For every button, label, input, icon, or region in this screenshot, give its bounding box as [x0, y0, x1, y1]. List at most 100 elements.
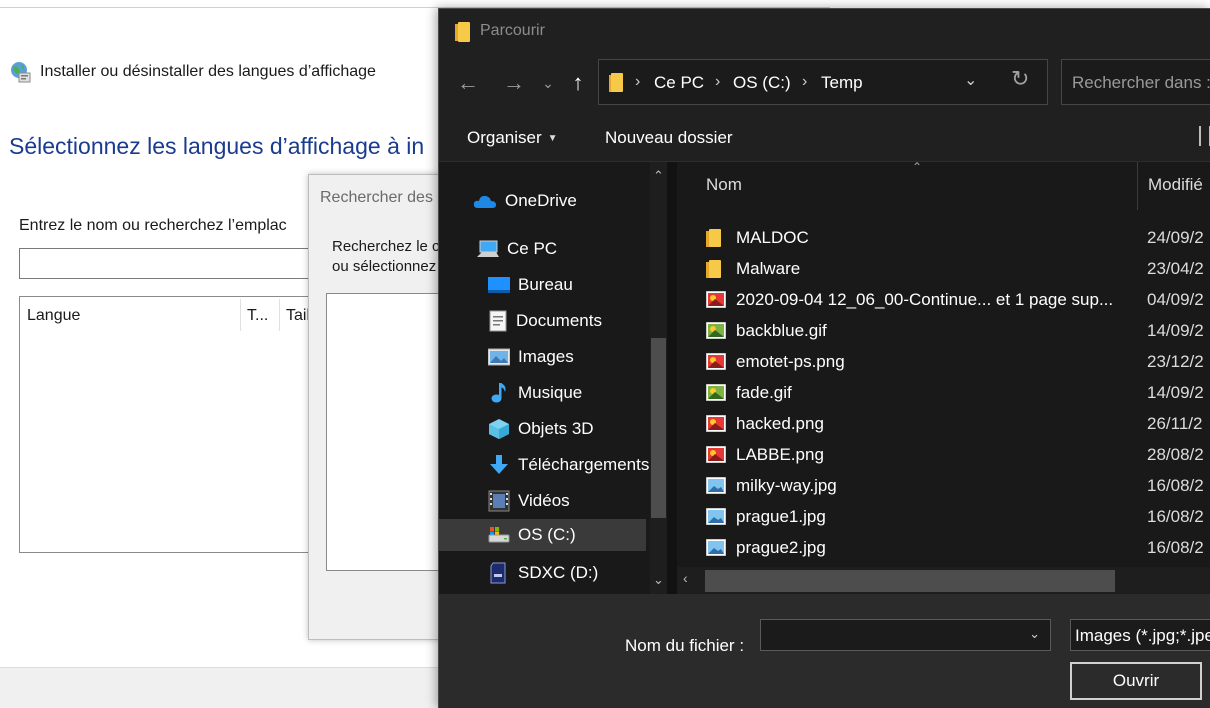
nav-item-3d-objects[interactable]: Objets 3D: [488, 413, 594, 445]
chevron-down-icon[interactable]: ⌄: [1029, 626, 1040, 642]
3d-objects-icon: [489, 419, 509, 439]
nav-item-os-drive[interactable]: OS (C:): [439, 519, 646, 551]
breadcrumb-chevron-icon[interactable]: ›: [715, 73, 720, 91]
image-file-icon: [706, 384, 726, 401]
computer-icon: [477, 240, 499, 257]
column-separator[interactable]: [1137, 162, 1138, 210]
photo-file-icon: [706, 539, 726, 556]
drive-icon: [488, 527, 510, 543]
organize-button[interactable]: Organiser ▼: [467, 128, 558, 148]
nav-item-onedrive[interactable]: OneDrive: [473, 185, 577, 217]
file-row[interactable]: milky-way.jpg 16/08/2: [677, 470, 1210, 501]
onedrive-icon: [473, 195, 496, 208]
instruction-text: Entrez le nom ou recherchez l’emplac: [19, 217, 287, 234]
breadcrumb-chevron-icon[interactable]: ›: [802, 73, 807, 91]
scrollbar-thumb[interactable]: [705, 570, 1115, 592]
breadcrumb-temp[interactable]: Temp: [821, 73, 863, 93]
scroll-down-chevron-icon[interactable]: ⌄: [651, 572, 666, 588]
dialog-instruction-line1: Recherchez le c: [332, 238, 440, 255]
window-footer: [0, 667, 440, 708]
address-bar[interactable]: › Ce PC › OS (C:) › Temp ⌄: [598, 59, 1048, 105]
nav-item-desktop[interactable]: Bureau: [488, 269, 573, 301]
desktop-icon: [488, 277, 510, 293]
file-type-filter-value: Images (*.jpg;*.jpeg;*.png;*.gif): [1075, 626, 1210, 645]
nav-item-sd-card[interactable]: SDXC (D:): [488, 557, 598, 589]
folder-icon: [706, 260, 721, 278]
videos-icon: [488, 490, 510, 512]
search-box[interactable]: [1061, 59, 1210, 105]
scrollbar-thumb[interactable]: [651, 338, 666, 518]
address-dropdown-chevron-icon[interactable]: ⌄: [964, 70, 977, 90]
folder-icon: [455, 22, 470, 42]
back-arrow-icon[interactable]: ←: [454, 69, 482, 97]
scroll-left-chevron-icon[interactable]: ‹: [683, 570, 688, 586]
language-path-input[interactable]: [19, 248, 319, 279]
forward-arrow-icon[interactable]: →: [500, 69, 528, 97]
nav-pane-scrollbar[interactable]: ⌃ ⌄: [650, 162, 667, 594]
breadcrumb-chevron-icon[interactable]: ›: [635, 73, 640, 91]
file-row[interactable]: LABBE.png 28/08/2: [677, 439, 1210, 470]
file-open-dialog: Parcourir ← → ⌄ ↑ › Ce PC › OS (C:) › Te…: [438, 8, 1210, 708]
column-header-modified[interactable]: Modifié: [1148, 175, 1203, 195]
folder-icon: [609, 73, 623, 92]
column-header-language[interactable]: Langue: [27, 307, 80, 325]
navigation-pane[interactable]: OneDrive Ce PC Bureau Documents Images M…: [439, 162, 667, 594]
dialog-titlebar: Parcourir: [439, 9, 1210, 55]
file-row[interactable]: backblue.gif 14/09/2: [677, 315, 1210, 346]
downloads-icon: [490, 455, 508, 474]
photo-file-icon: [706, 477, 726, 494]
column-header-type[interactable]: T...: [247, 307, 268, 325]
column-header-name[interactable]: Nom: [706, 175, 742, 195]
nav-item-this-pc[interactable]: Ce PC: [477, 233, 557, 265]
image-file-icon: [706, 415, 726, 432]
new-folder-button[interactable]: Nouveau dossier: [605, 128, 733, 148]
page-heading: Sélectionnez les langues d’affichage à i…: [9, 133, 425, 159]
recent-locations-chevron-icon[interactable]: ⌄: [534, 69, 562, 97]
view-options-icon[interactable]: [1199, 126, 1210, 146]
file-row[interactable]: prague1.jpg 16/08/2: [677, 501, 1210, 532]
photo-file-icon: [706, 508, 726, 525]
nav-item-downloads[interactable]: Téléchargements: [488, 449, 649, 481]
sort-ascending-icon: ⌃: [912, 160, 923, 174]
refresh-icon[interactable]: ↻: [1011, 66, 1029, 92]
window-header: Installer ou désinstaller des langues d’…: [8, 60, 376, 84]
column-header-size[interactable]: Tail: [286, 307, 310, 325]
scroll-up-chevron-icon[interactable]: ⌃: [651, 168, 666, 184]
file-row[interactable]: prague2.jpg 16/08/2: [677, 532, 1210, 563]
up-arrow-icon[interactable]: ↑: [564, 69, 592, 97]
file-row[interactable]: MALDOC 24/09/2: [677, 222, 1210, 253]
filename-combobox[interactable]: ⌄: [760, 619, 1051, 651]
open-button[interactable]: Ouvrir: [1070, 662, 1202, 700]
breadcrumb-drive[interactable]: OS (C:): [733, 73, 791, 93]
pictures-icon: [488, 348, 510, 366]
image-file-icon: [706, 322, 726, 339]
image-file-icon: [706, 446, 726, 463]
nav-item-videos[interactable]: Vidéos: [488, 485, 570, 517]
breadcrumb-this-pc[interactable]: Ce PC: [654, 73, 704, 93]
folder-tree[interactable]: [326, 293, 447, 571]
column-separator: [240, 299, 241, 331]
file-row[interactable]: fade.gif 14/09/2: [677, 377, 1210, 408]
list-header: ⌃ Nom Modifié: [677, 160, 1210, 210]
file-row[interactable]: hacked.png 26/11/2: [677, 408, 1210, 439]
globe-icon: [11, 62, 31, 83]
dialog-title: Rechercher des: [320, 189, 433, 206]
file-list[interactable]: ⌃ Nom Modifié MALDOC 24/09/2 Malware 23/…: [677, 160, 1210, 594]
browse-folder-dialog: Rechercher des Recherchez le c ou sélect…: [308, 174, 448, 640]
documents-icon: [489, 310, 507, 332]
language-list[interactable]: Langue T... Tail: [19, 296, 319, 553]
nav-item-documents[interactable]: Documents: [488, 305, 602, 337]
nav-item-pictures[interactable]: Images: [488, 341, 574, 373]
pane-splitter[interactable]: [667, 162, 677, 594]
sd-card-icon: [490, 562, 506, 584]
dialog-instruction-line2: ou sélectionnez: [332, 258, 437, 275]
horizontal-scrollbar[interactable]: ‹: [677, 567, 1210, 594]
nav-item-music[interactable]: Musique: [488, 377, 582, 409]
file-type-filter[interactable]: Images (*.jpg;*.jpeg;*.png;*.gif): [1070, 619, 1210, 651]
file-row[interactable]: Malware 23/04/2: [677, 253, 1210, 284]
file-row[interactable]: 2020-09-04 12_06_00-Continue... et 1 pag…: [677, 284, 1210, 315]
image-file-icon: [706, 291, 726, 308]
search-input[interactable]: [1072, 72, 1210, 94]
dialog-footer: Nom du fichier : ⌄ Images (*.jpg;*.jpeg;…: [439, 594, 1210, 708]
file-row[interactable]: emotet-ps.png 23/12/2: [677, 346, 1210, 377]
